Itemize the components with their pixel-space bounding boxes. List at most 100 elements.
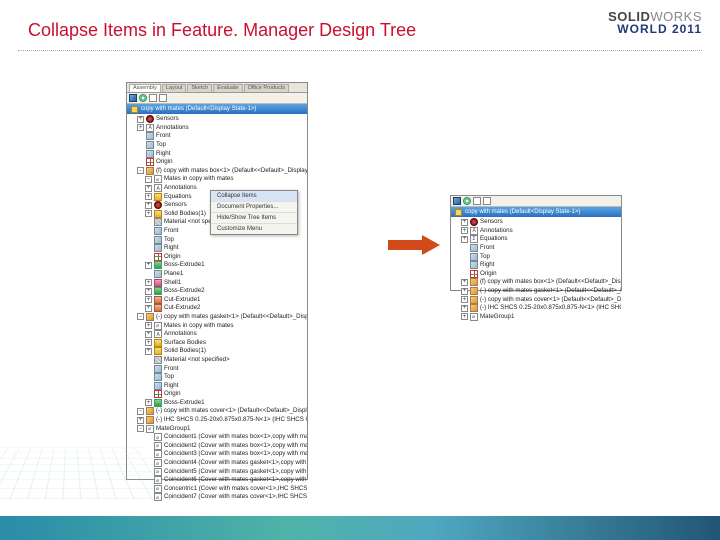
tree-node[interactable]: +Shell1 <box>127 278 307 287</box>
tree-node[interactable]: +Boss-Extrude1 <box>127 399 307 408</box>
tree-node[interactable]: +(-) copy with mates cover<1> (Default<<… <box>451 295 621 304</box>
expand-icon[interactable]: + <box>145 193 152 200</box>
tree-node[interactable]: +Annotations <box>127 124 307 133</box>
tree-node[interactable]: +Annotations <box>451 227 621 236</box>
tree-node[interactable]: +(-) IHC SHCS 0.25-20x0.875x0.875-N<1> (… <box>451 304 621 313</box>
panel-title-bar[interactable]: copy with mates (Default<Display State-1… <box>127 104 307 114</box>
expand-icon[interactable]: + <box>145 185 152 192</box>
expand-icon[interactable]: + <box>461 313 468 320</box>
tree-node[interactable]: Right <box>451 261 621 270</box>
panel-title-bar-right[interactable]: copy with mates (Default<Display State-1… <box>451 207 621 217</box>
tree-node[interactable]: Front <box>127 364 307 373</box>
expand-icon[interactable]: + <box>145 296 152 303</box>
expand-icon[interactable]: + <box>145 305 152 312</box>
tree-node[interactable]: +Solid Bodies(1) <box>127 347 307 356</box>
expand-icon[interactable]: + <box>461 296 468 303</box>
cut-icon <box>154 296 162 304</box>
tree-node[interactable]: +Equations <box>451 235 621 244</box>
ctx-hide-show-tree[interactable]: Hide/Show Tree Items <box>211 213 297 224</box>
tree-node[interactable]: +Cut-Extrude2 <box>127 304 307 313</box>
tree-node[interactable]: +Sensors <box>127 115 307 124</box>
tree-node[interactable]: Origin <box>451 270 621 279</box>
tree-node[interactable]: +(f) copy with mates box<1> (Default<<De… <box>451 278 621 287</box>
tree-node[interactable]: Right <box>127 149 307 158</box>
expand-icon[interactable]: + <box>145 262 152 269</box>
feature-tree-icon[interactable] <box>129 94 137 102</box>
tree-node[interactable]: Top <box>127 235 307 244</box>
tree-node[interactable]: +Boss-Extrude2 <box>127 287 307 296</box>
expand-icon[interactable]: + <box>461 227 468 234</box>
expand-icon[interactable]: + <box>461 219 468 226</box>
collapse-icon[interactable]: - <box>137 313 144 320</box>
tab-evaluate[interactable]: Evaluate <box>213 84 242 92</box>
ctx-customize-menu[interactable]: Customize Menu <box>211 224 297 234</box>
tree-node[interactable]: Coincident1 (Cover with mates box<1>,cop… <box>127 433 307 442</box>
tree-node[interactable]: Right <box>127 244 307 253</box>
tree-node[interactable]: +Surface Bodies <box>127 338 307 347</box>
tree-node[interactable]: -MateGroup1 <box>127 424 307 433</box>
tree-node[interactable]: +Annotations <box>127 330 307 339</box>
tab-office[interactable]: Office Products <box>244 84 290 92</box>
collapse-icon[interactable]: - <box>137 425 144 432</box>
props-icon[interactable] <box>159 94 167 102</box>
tree-node[interactable]: Top <box>127 141 307 150</box>
expand-icon[interactable]: + <box>461 305 468 312</box>
tree-node[interactable]: Material <not specified> <box>127 356 307 365</box>
expand-icon[interactable]: + <box>145 348 152 355</box>
tree-node[interactable]: +Mates in copy with mates <box>127 321 307 330</box>
expand-icon[interactable]: + <box>145 331 152 338</box>
tree-node[interactable]: Origin <box>127 253 307 262</box>
expand-icon[interactable]: + <box>137 116 144 123</box>
tree-node[interactable]: +(-) IHC SHCS 0.25-20x0.875x0.875-N<1> (… <box>127 416 307 425</box>
expand-icon[interactable]: + <box>145 210 152 217</box>
tree-node[interactable]: +Sensors <box>451 218 621 227</box>
tree-node[interactable]: -(-) copy with mates cover<1> (Default<<… <box>127 407 307 416</box>
collapse-icon[interactable]: - <box>137 408 144 415</box>
tree-node[interactable]: Front <box>127 132 307 141</box>
tree-node[interactable]: +MateGroup1 <box>451 313 621 322</box>
feature-tree-right[interactable]: +Sensors+Annotations+EquationsFrontTopRi… <box>451 217 621 322</box>
tree-node[interactable]: +(-) copy with mates gasket<1> (Default<… <box>451 287 621 296</box>
expand-icon[interactable]: + <box>145 202 152 209</box>
expand-icon[interactable]: + <box>461 236 468 243</box>
expand-icon[interactable]: + <box>137 417 144 424</box>
tree-node[interactable]: -Mates in copy with mates <box>127 175 307 184</box>
plane-icon <box>146 141 154 149</box>
expand-icon[interactable]: + <box>137 124 144 131</box>
tree-node[interactable]: Top <box>127 373 307 382</box>
expand-icon[interactable]: + <box>145 288 152 295</box>
expand-icon[interactable]: + <box>145 339 152 346</box>
tab-assembly[interactable]: Assembly <box>129 84 161 92</box>
expand-icon[interactable]: + <box>461 279 468 286</box>
tab-sketch[interactable]: Sketch <box>187 84 212 92</box>
tree-node[interactable]: Origin <box>127 390 307 399</box>
tree-node[interactable]: Plane1 <box>127 270 307 279</box>
props-icon[interactable] <box>483 197 491 205</box>
tree-node[interactable]: Origin <box>127 158 307 167</box>
tree-node[interactable]: Front <box>451 244 621 253</box>
tree-node[interactable]: Top <box>451 252 621 261</box>
tree-node[interactable]: +Cut-Extrude1 <box>127 295 307 304</box>
config-icon[interactable] <box>149 94 157 102</box>
tree-node[interactable]: Coincident3 (Cover with mates box<1>,cop… <box>127 450 307 459</box>
feature-tree-left[interactable]: +Sensors+AnnotationsFrontTopRightOrigin-… <box>127 114 307 503</box>
feature-tree-icon[interactable] <box>453 197 461 205</box>
expand-icon[interactable]: + <box>145 399 152 406</box>
collapse-icon[interactable]: - <box>137 167 144 174</box>
display-pane-icon[interactable] <box>139 94 147 102</box>
expand-icon[interactable]: + <box>461 288 468 295</box>
tree-node[interactable]: Coincident2 (Cover with mates box<1>,cop… <box>127 442 307 451</box>
ctx-collapse-items[interactable]: Collapse Items <box>211 191 297 202</box>
tab-layout[interactable]: Layout <box>162 84 187 92</box>
expand-icon[interactable]: + <box>145 279 152 286</box>
expand-blank <box>145 356 152 363</box>
tree-node[interactable]: -(-) copy with mates gasket<1> (Default<… <box>127 313 307 322</box>
config-icon[interactable] <box>473 197 481 205</box>
collapse-icon[interactable]: - <box>145 176 152 183</box>
tree-node[interactable]: +Boss-Extrude1 <box>127 261 307 270</box>
tree-node[interactable]: Right <box>127 381 307 390</box>
tree-node[interactable]: -(f) copy with mates box<1> (Default<<De… <box>127 167 307 176</box>
ctx-doc-properties[interactable]: Document Properties... <box>211 202 297 213</box>
display-pane-icon[interactable] <box>463 197 471 205</box>
expand-icon[interactable]: + <box>145 322 152 329</box>
